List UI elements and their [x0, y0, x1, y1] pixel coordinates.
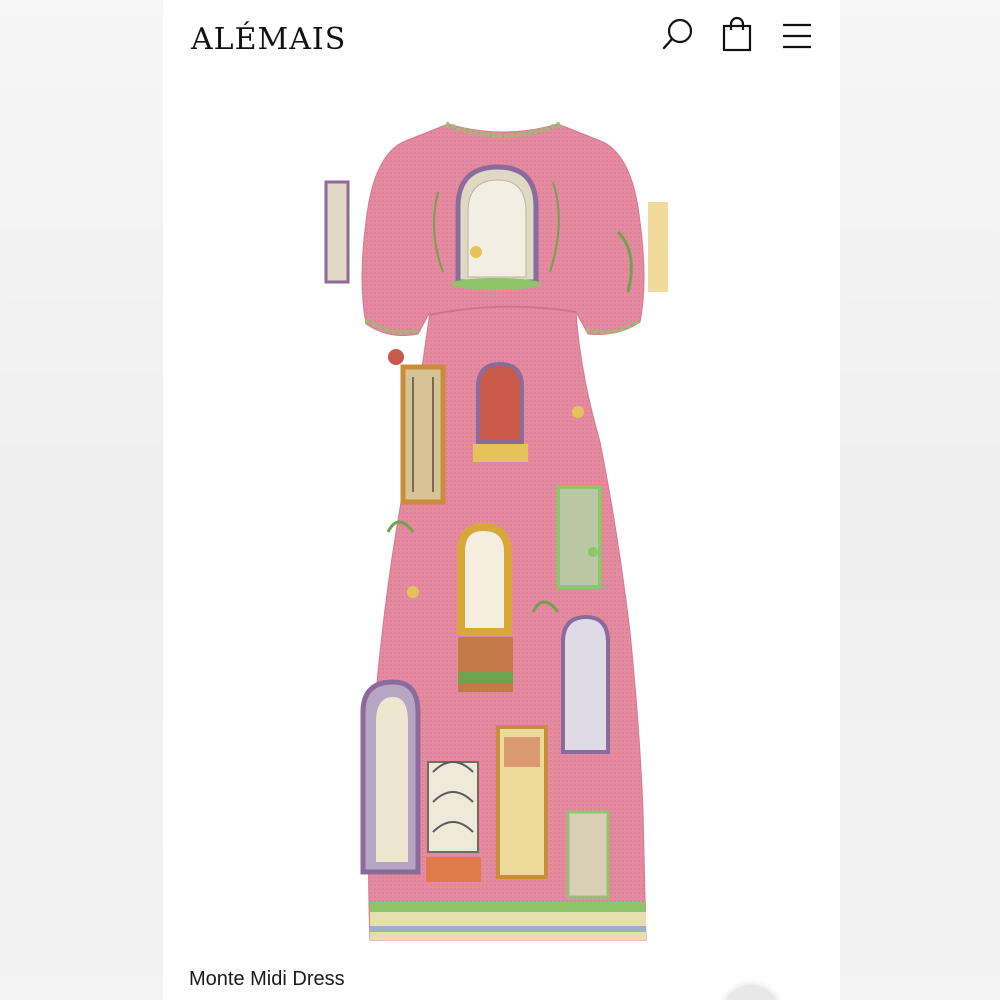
brand-logo[interactable]: ALÉMAIS	[191, 22, 346, 57]
app-screen: ALÉMAIS Monte Midi Dress	[163, 0, 840, 1000]
background-right	[840, 0, 1000, 1000]
shopping-bag-button[interactable]	[719, 16, 755, 54]
search-icon	[662, 18, 693, 50]
menu-button[interactable]	[779, 16, 815, 54]
background-left	[0, 0, 163, 1000]
shopping-bag-icon	[722, 16, 752, 52]
search-button[interactable]	[660, 16, 696, 54]
product-image[interactable]	[318, 112, 688, 947]
floating-action-button[interactable]	[723, 985, 779, 1000]
product-name[interactable]: Monte Midi Dress	[189, 968, 345, 991]
dress-image	[324, 121, 668, 941]
top-navigation-bar: ALÉMAIS	[163, 0, 840, 82]
menu-icon	[783, 23, 811, 49]
